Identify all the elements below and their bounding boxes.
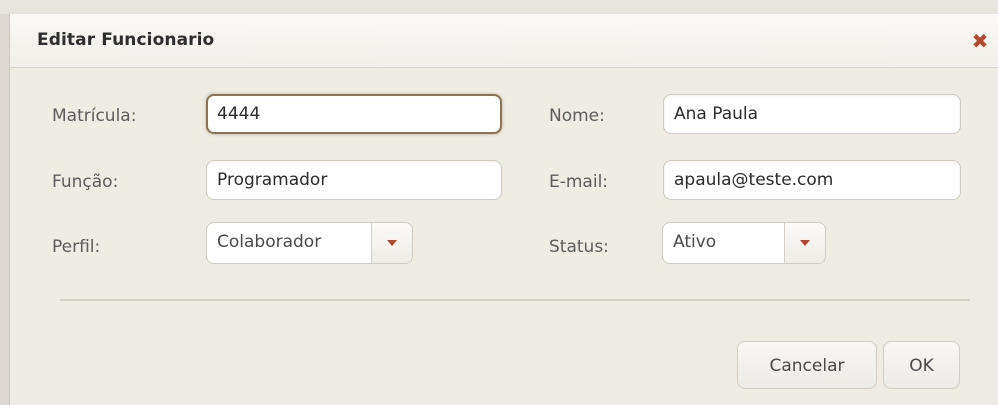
- dialog-title: Editar Funcionario: [37, 30, 215, 50]
- perfil-selected-value: Colaborador: [217, 232, 322, 252]
- email-input[interactable]: [663, 160, 961, 200]
- ok-button[interactable]: OK: [883, 341, 960, 389]
- nome-label: Nome:: [549, 106, 605, 126]
- edit-employee-dialog: Editar Funcionario ✖ Matrícula: Nome: Fu…: [9, 14, 998, 405]
- matricula-label: Matrícula:: [52, 106, 137, 126]
- perfil-select[interactable]: Colaborador: [206, 222, 413, 264]
- form-divider: [60, 299, 970, 301]
- chevron-down-icon: [387, 240, 397, 246]
- funcao-input[interactable]: [206, 160, 502, 200]
- chevron-down-icon: [800, 240, 810, 246]
- matricula-input[interactable]: [206, 94, 502, 134]
- status-selected-value: Ativo: [673, 232, 717, 252]
- cancel-button[interactable]: Cancelar: [737, 341, 877, 389]
- status-select[interactable]: Ativo: [662, 222, 826, 264]
- nome-input[interactable]: [663, 94, 961, 134]
- close-x-icon[interactable]: ✖: [970, 30, 990, 52]
- background-strip: [0, 0, 998, 14]
- perfil-label: Perfil:: [52, 237, 101, 257]
- dialog-titlebar: Editar Funcionario ✖: [10, 14, 998, 68]
- status-dropdown-button[interactable]: [784, 223, 825, 263]
- funcao-label: Função:: [52, 172, 119, 192]
- email-label: E-mail:: [549, 172, 609, 192]
- status-label: Status:: [549, 237, 609, 257]
- perfil-dropdown-button[interactable]: [371, 223, 412, 263]
